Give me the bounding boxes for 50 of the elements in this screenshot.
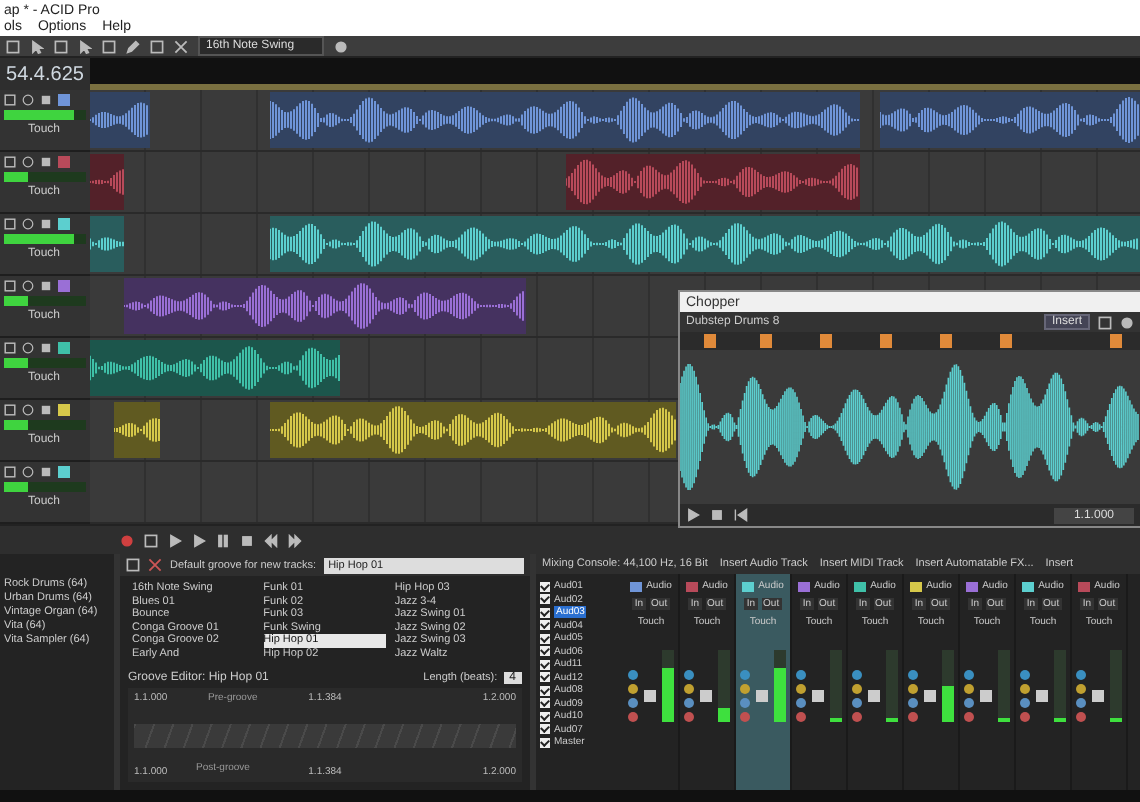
record-icon[interactable]	[852, 712, 862, 722]
fader-handle[interactable]	[700, 690, 712, 702]
fader-handle[interactable]	[812, 690, 824, 702]
audio-clip[interactable]	[90, 92, 150, 148]
waveform	[114, 417, 160, 443]
rewind-icon[interactable]	[264, 533, 278, 547]
marker-flag[interactable]	[1000, 334, 1012, 348]
marker-flag[interactable]	[880, 334, 892, 348]
marker-flag[interactable]	[820, 334, 832, 348]
volume-slider[interactable]	[4, 482, 86, 492]
stop-icon[interactable]	[710, 508, 724, 522]
fader-handle[interactable]	[1092, 690, 1104, 702]
record-icon[interactable]	[1076, 712, 1086, 722]
waveform	[90, 168, 124, 196]
pointer-icon[interactable]	[30, 39, 44, 53]
marker-flag[interactable]	[940, 334, 952, 348]
audio-clip[interactable]	[90, 216, 124, 272]
marker-flag[interactable]	[704, 334, 716, 348]
audio-clip[interactable]	[114, 402, 160, 458]
record-icon[interactable]	[964, 712, 974, 722]
pause-icon[interactable]	[216, 533, 230, 547]
audio-clip[interactable]	[90, 154, 124, 210]
time-display: 54.4.625	[0, 58, 90, 90]
skip-icon[interactable]	[734, 508, 748, 522]
stop-icon[interactable]	[240, 533, 254, 547]
record-icon[interactable]	[120, 533, 134, 547]
fader-handle[interactable]	[644, 690, 656, 702]
fader-handle[interactable]	[1036, 690, 1048, 702]
fader-handle[interactable]	[924, 690, 936, 702]
record-icon[interactable]	[628, 712, 638, 722]
delete-icon[interactable]	[148, 558, 162, 572]
waveform	[90, 236, 124, 252]
record-icon[interactable]	[908, 712, 918, 722]
record-icon[interactable]	[796, 712, 806, 722]
fader-handle[interactable]	[756, 690, 768, 702]
fader-handle[interactable]	[980, 690, 992, 702]
record-icon[interactable]	[1020, 712, 1030, 722]
volume-slider[interactable]	[4, 420, 86, 430]
volume-slider[interactable]	[4, 296, 86, 306]
volume-slider[interactable]	[4, 172, 86, 182]
scissors-icon[interactable]	[174, 39, 188, 53]
forward-icon[interactable]	[288, 533, 302, 547]
waveform	[90, 101, 148, 139]
fader-handle[interactable]	[868, 690, 880, 702]
marker-flag[interactable]	[1110, 334, 1122, 348]
timeline-ruler[interactable]	[90, 58, 1140, 90]
volume-slider[interactable]	[4, 358, 86, 368]
cursor-icon[interactable]	[78, 39, 92, 53]
marker-flag[interactable]	[760, 334, 772, 348]
record-icon[interactable]	[684, 712, 694, 722]
